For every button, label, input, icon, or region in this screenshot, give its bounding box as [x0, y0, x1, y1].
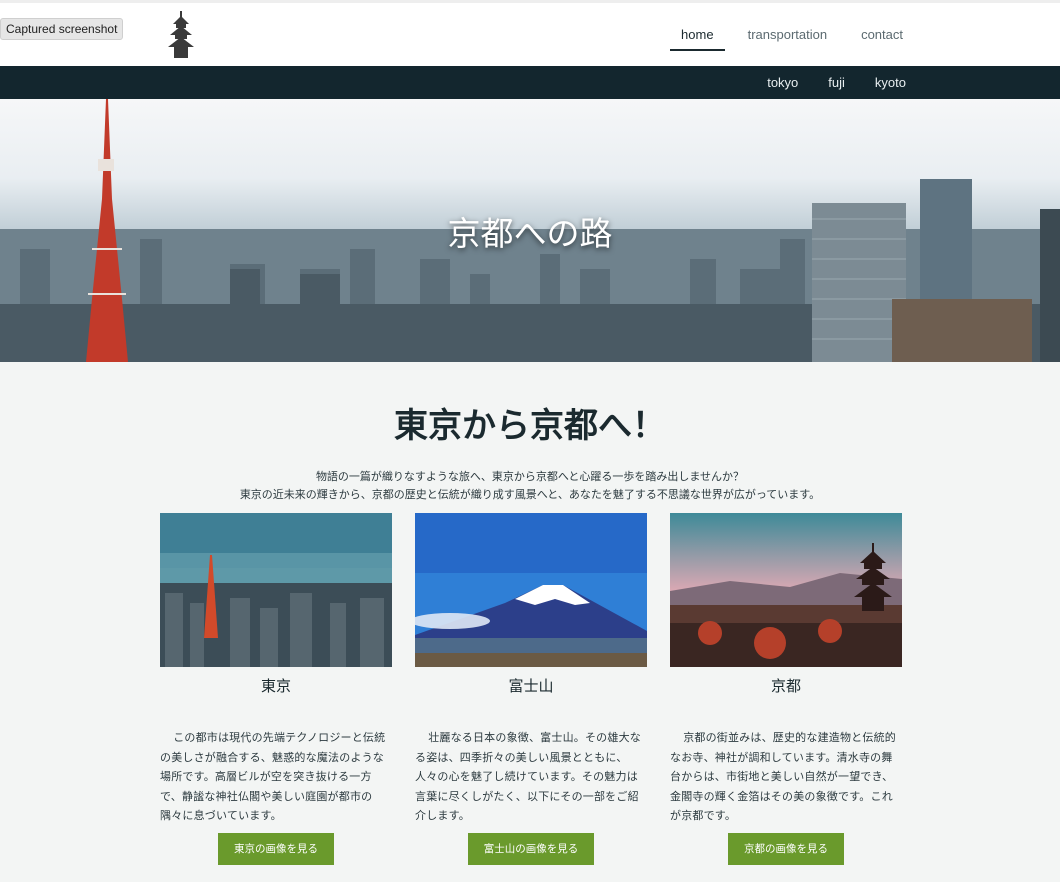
top-header: home transportation contact	[0, 0, 1060, 66]
intro-text: 物語の一篇が織りなすような旅へ、東京から京都へと心躍る一歩を踏み出しませんか？ …	[0, 468, 1060, 504]
hero-banner: 京都への路	[0, 99, 1060, 362]
sub-nav: tokyo fuji kyoto	[0, 66, 1060, 99]
fuji-image	[415, 513, 647, 667]
intro-line-1: 物語の一篇が織りなすような旅へ、東京から京都へと心躍る一歩を踏み出しませんか？	[315, 470, 745, 483]
subnav-fuji[interactable]: fuji	[828, 66, 845, 99]
card-fuji: 富士山 壮麗なる日本の象徴、富士山。その雄大なる姿は、四季折々の美しい風景ととも…	[415, 513, 647, 865]
page-title: 東京から京都へ！	[394, 406, 666, 446]
subnav-tokyo[interactable]: tokyo	[767, 66, 798, 99]
card-title-tokyo: 東京	[260, 677, 291, 695]
nav-transportation[interactable]: transportation	[737, 6, 839, 51]
card-title-kyoto: 京都	[770, 677, 801, 695]
card-kyoto: 京都 京都の街並みは、歴史的な建造物と伝統的なお寺、神社が調和しています。清水寺…	[670, 513, 902, 865]
card-tokyo: 東京 この都市は現代の先端テクノロジーと伝統の美しさが融合する、魅惑的な魔法のよ…	[160, 513, 392, 865]
kyoto-image	[670, 513, 902, 667]
view-kyoto-images-button[interactable]: 京都の画像を見る	[728, 833, 844, 865]
card-text-tokyo: この都市は現代の先端テクノロジーと伝統の美しさが融合する、魅惑的な魔法のような場…	[160, 731, 386, 822]
nav-home[interactable]: home	[670, 6, 725, 51]
card-text-kyoto: 京都の街並みは、歴史的な建造物と伝統的なお寺、神社が調和しています。清水寺の舞台…	[670, 731, 896, 822]
captured-screenshot-tooltip: Captured screenshot	[0, 18, 124, 40]
intro-line-2: 東京の近未来の輝きから、京都の歴史と伝統が織り成す風景へと、あなたを魅了する不思…	[239, 488, 821, 501]
hero-title: 京都への路	[447, 214, 613, 253]
subnav-kyoto[interactable]: kyoto	[875, 66, 906, 99]
tokyo-image	[160, 513, 392, 667]
view-fuji-images-button[interactable]: 富士山の画像を見る	[468, 833, 594, 865]
nav-contact[interactable]: contact	[850, 6, 914, 51]
view-tokyo-images-button[interactable]: 東京の画像を見る	[218, 833, 334, 865]
card-text-fuji: 壮麗なる日本の象徴、富士山。その雄大なる姿は、四季折々の美しい風景とともに、人々…	[415, 731, 641, 822]
card-title-fuji: 富士山	[508, 677, 554, 695]
pagoda-icon[interactable]	[166, 11, 196, 59]
main-nav: home transportation contact	[664, 6, 920, 51]
